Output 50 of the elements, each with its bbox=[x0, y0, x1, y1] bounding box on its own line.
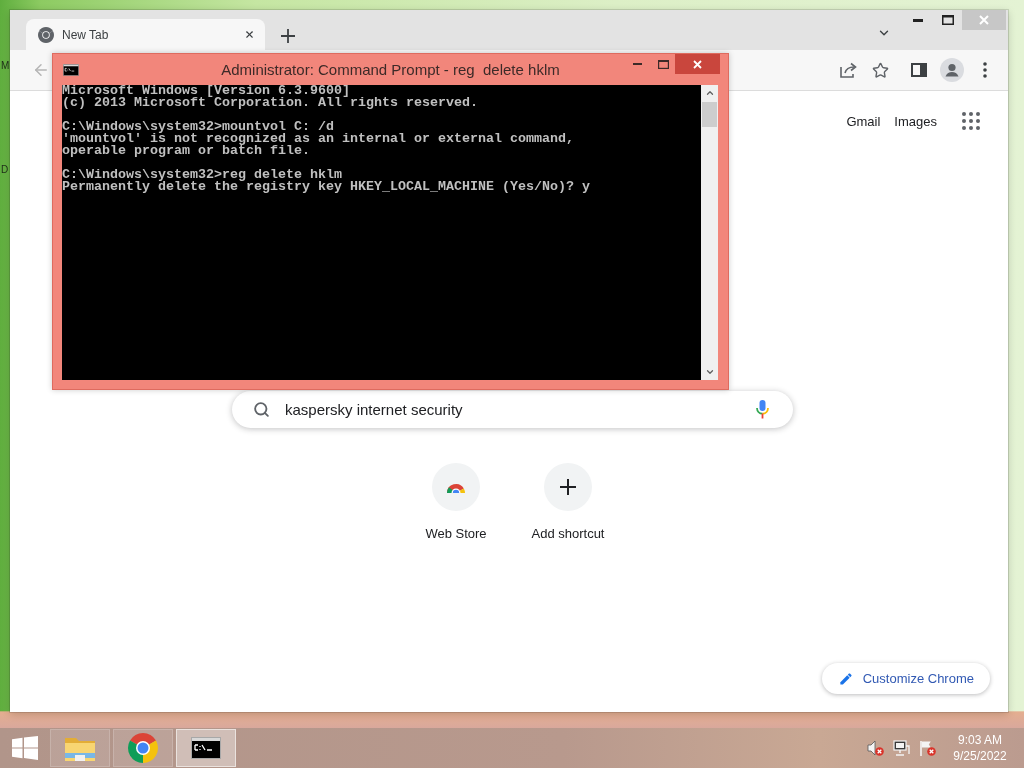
console-line: 'mountvol' is not recognized as an internal or external command, bbox=[62, 133, 575, 145]
microphone-icon[interactable] bbox=[756, 400, 769, 419]
terminal-icon bbox=[191, 737, 221, 759]
store-icon bbox=[432, 463, 480, 511]
apps-grid-icon[interactable] bbox=[962, 112, 980, 130]
plus-icon[interactable] bbox=[281, 29, 295, 43]
flag-icon[interactable] bbox=[919, 740, 936, 756]
console-line: C:\Windows\system32>reg delete hklm bbox=[62, 169, 343, 181]
search-field[interactable]: kaspersky internet security bbox=[232, 391, 793, 428]
speaker-icon[interactable] bbox=[867, 740, 884, 756]
maximize-icon bbox=[941, 15, 954, 25]
profile-icon[interactable] bbox=[940, 58, 964, 82]
console-line: Microsoft Windows [Version 6.3.9600] bbox=[62, 85, 351, 97]
scroll-thumb[interactable] bbox=[702, 102, 717, 127]
minimize-icon bbox=[913, 18, 923, 22]
network-icon[interactable] bbox=[893, 740, 910, 756]
pencil-icon bbox=[838, 671, 853, 686]
browser-icon bbox=[38, 26, 54, 43]
browser-tab[interactable]: New Tab bbox=[26, 19, 265, 50]
close-icon bbox=[693, 59, 702, 69]
more-menu-icon[interactable] bbox=[983, 62, 987, 78]
taskbar-button[interactable] bbox=[176, 729, 236, 767]
desktop-icon-label[interactable]: D bbox=[1, 164, 9, 176]
star-icon[interactable] bbox=[872, 61, 889, 79]
console-line: operable program or batch file. bbox=[62, 145, 311, 157]
terminal-icon bbox=[63, 63, 79, 76]
shortcut-tile[interactable]: Add shortcut bbox=[512, 463, 624, 541]
scrollbar[interactable] bbox=[701, 85, 718, 380]
scroll-up-icon[interactable] bbox=[704, 88, 715, 98]
console-line: (c) 2013 Microsoft Corporation. All rights reserved. bbox=[62, 97, 479, 109]
desktop-icon-label[interactable]: M bbox=[1, 60, 10, 72]
start-icon[interactable] bbox=[12, 736, 38, 760]
console-line: Permanently delete the registry key HKEY_LOCAL_MACHINE (Yes/No)? y bbox=[62, 181, 591, 193]
close-button[interactable] bbox=[675, 54, 720, 74]
search-icon bbox=[253, 401, 270, 418]
close-icon bbox=[979, 15, 989, 25]
customize-button[interactable]: Customize Chrome bbox=[821, 663, 990, 694]
console-line: C:\Windows\system32>mountvol C: /d bbox=[62, 121, 335, 133]
share-icon[interactable] bbox=[840, 62, 857, 78]
side-panel-icon[interactable] bbox=[911, 63, 927, 77]
close-icon[interactable] bbox=[244, 29, 255, 40]
header-link[interactable]: Gmail bbox=[846, 113, 881, 129]
shortcut-tile[interactable]: Web Store bbox=[400, 463, 512, 541]
browser-icon bbox=[128, 733, 158, 763]
plus-icon bbox=[544, 463, 592, 511]
header-link[interactable]: Images bbox=[894, 113, 937, 129]
window-title: Administrator: Command Prompt - reg delete hklm bbox=[221, 61, 560, 78]
scroll-down-icon[interactable] bbox=[704, 367, 715, 377]
maximize-icon bbox=[657, 59, 669, 69]
minimize-icon bbox=[633, 63, 642, 65]
